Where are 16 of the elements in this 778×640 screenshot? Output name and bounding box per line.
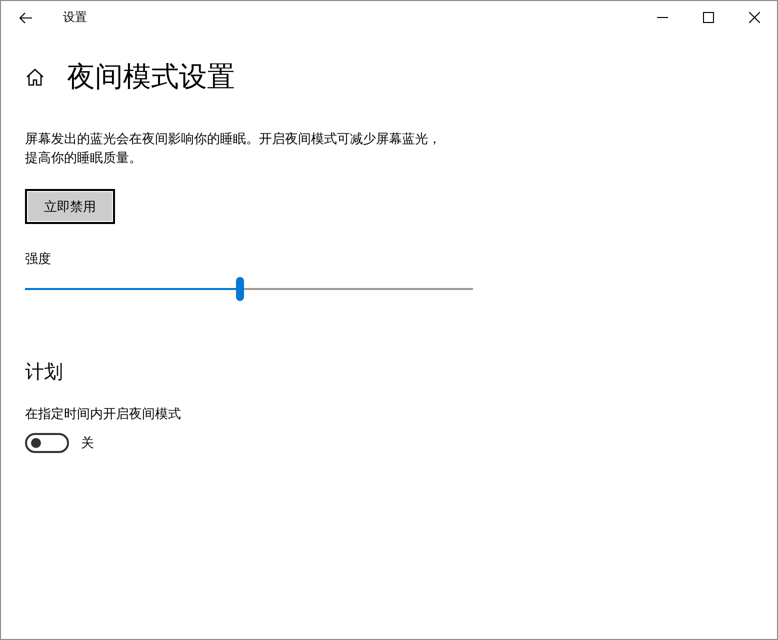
description-text: 屏幕发出的蓝光会在夜间影响你的睡眠。开启夜间模式可减少屏幕蓝光，提高你的睡眠质量。 [25,131,442,168]
back-icon[interactable] [19,12,33,24]
setting-label: 在指定时间内开启夜间模式 [25,406,182,423]
section-heading: 计划 [25,360,64,385]
home-icon[interactable] [25,68,45,86]
strength-slider[interactable] [25,277,473,301]
minimize-icon[interactable] [656,17,668,18]
close-icon[interactable] [748,12,760,23]
maximize-icon[interactable] [702,12,714,23]
window-title: 设置 [63,9,88,26]
toggle-switch[interactable] [25,433,69,453]
toggle-state-label: 关 [81,435,94,452]
disable-now-button[interactable]: 立即禁用 [25,189,115,224]
slider-thumb[interactable] [236,277,244,301]
slider-label: 强度 [25,251,52,268]
page-title: 夜间模式设置 [67,59,235,95]
